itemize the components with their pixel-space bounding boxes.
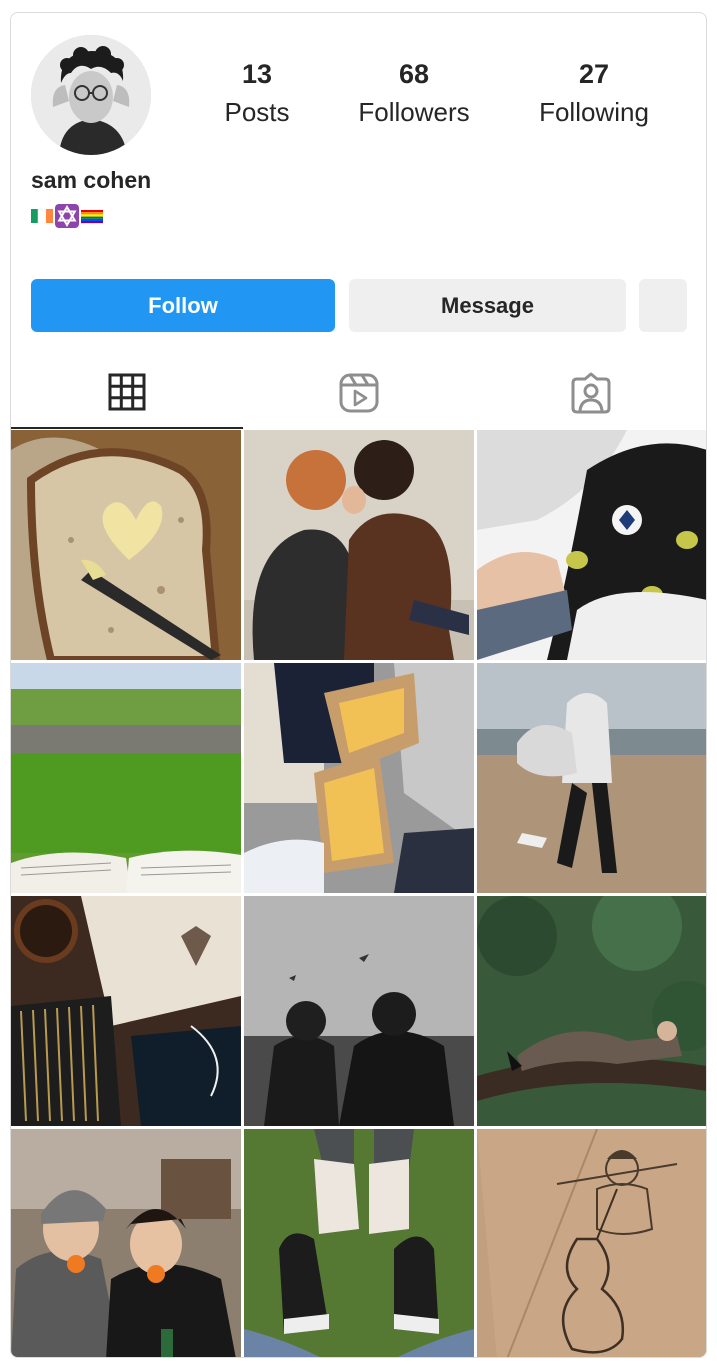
stat-followers[interactable]: 68 Followers	[351, 57, 477, 129]
follow-button[interactable]: Follow	[31, 279, 335, 332]
post-thumbnail[interactable]	[11, 1129, 241, 1357]
message-button[interactable]: Message	[349, 279, 626, 332]
violinist-sketch-photo	[477, 1129, 706, 1357]
stat-posts[interactable]: 13 Posts	[216, 57, 298, 129]
star-of-david-icon	[55, 204, 79, 228]
profile-card: 13 Posts 68 Followers 27 Following sam c…	[10, 12, 707, 1358]
bread-photo	[11, 430, 241, 660]
profile-bio	[31, 204, 103, 228]
posts-label: Posts	[224, 97, 290, 127]
post-thumbnail[interactable]	[244, 663, 474, 893]
forest-photo	[477, 896, 706, 1126]
flag-ireland-icon	[31, 208, 53, 224]
tab-reels[interactable]	[243, 357, 475, 429]
sketchbook-photo	[11, 896, 241, 1126]
field-photo	[11, 663, 241, 893]
following-label: Following	[539, 97, 649, 127]
post-thumbnail[interactable]	[244, 896, 474, 1126]
beach-photo	[477, 663, 706, 893]
fries-photo	[244, 663, 474, 893]
grid-icon	[108, 373, 146, 411]
following-count: 27	[578, 59, 610, 89]
post-thumbnail[interactable]	[244, 1129, 474, 1357]
tab-tagged[interactable]	[475, 357, 706, 429]
profile-username: sam cohen	[31, 167, 152, 193]
black-white-couple-photo	[244, 896, 474, 1126]
friends-oranges-photo	[11, 1129, 241, 1357]
post-thumbnail[interactable]	[11, 430, 241, 660]
profile-avatar[interactable]	[31, 35, 151, 155]
rainbow-flag-icon	[81, 210, 103, 224]
post-thumbnail[interactable]	[244, 430, 474, 660]
sneakers-grass-photo	[244, 1129, 474, 1357]
tagged-icon	[571, 372, 611, 414]
stat-following[interactable]: 27 Following	[532, 57, 656, 129]
post-thumbnail[interactable]	[11, 896, 241, 1126]
suggested-accounts-button[interactable]	[639, 279, 687, 332]
sneakers-photo	[477, 430, 706, 660]
followers-count: 68	[398, 59, 430, 89]
profile-tabs	[11, 357, 706, 429]
post-thumbnail[interactable]	[477, 896, 706, 1126]
reels-icon	[339, 373, 379, 413]
couple-photo	[244, 430, 474, 660]
post-thumbnail[interactable]	[11, 663, 241, 893]
followers-label: Followers	[358, 97, 470, 127]
post-thumbnail[interactable]	[477, 1129, 706, 1357]
post-thumbnail[interactable]	[477, 663, 706, 893]
avatar-photo	[31, 35, 151, 155]
tab-posts-grid[interactable]	[11, 357, 243, 429]
posts-count: 13	[241, 59, 273, 89]
post-thumbnail[interactable]	[477, 430, 706, 660]
